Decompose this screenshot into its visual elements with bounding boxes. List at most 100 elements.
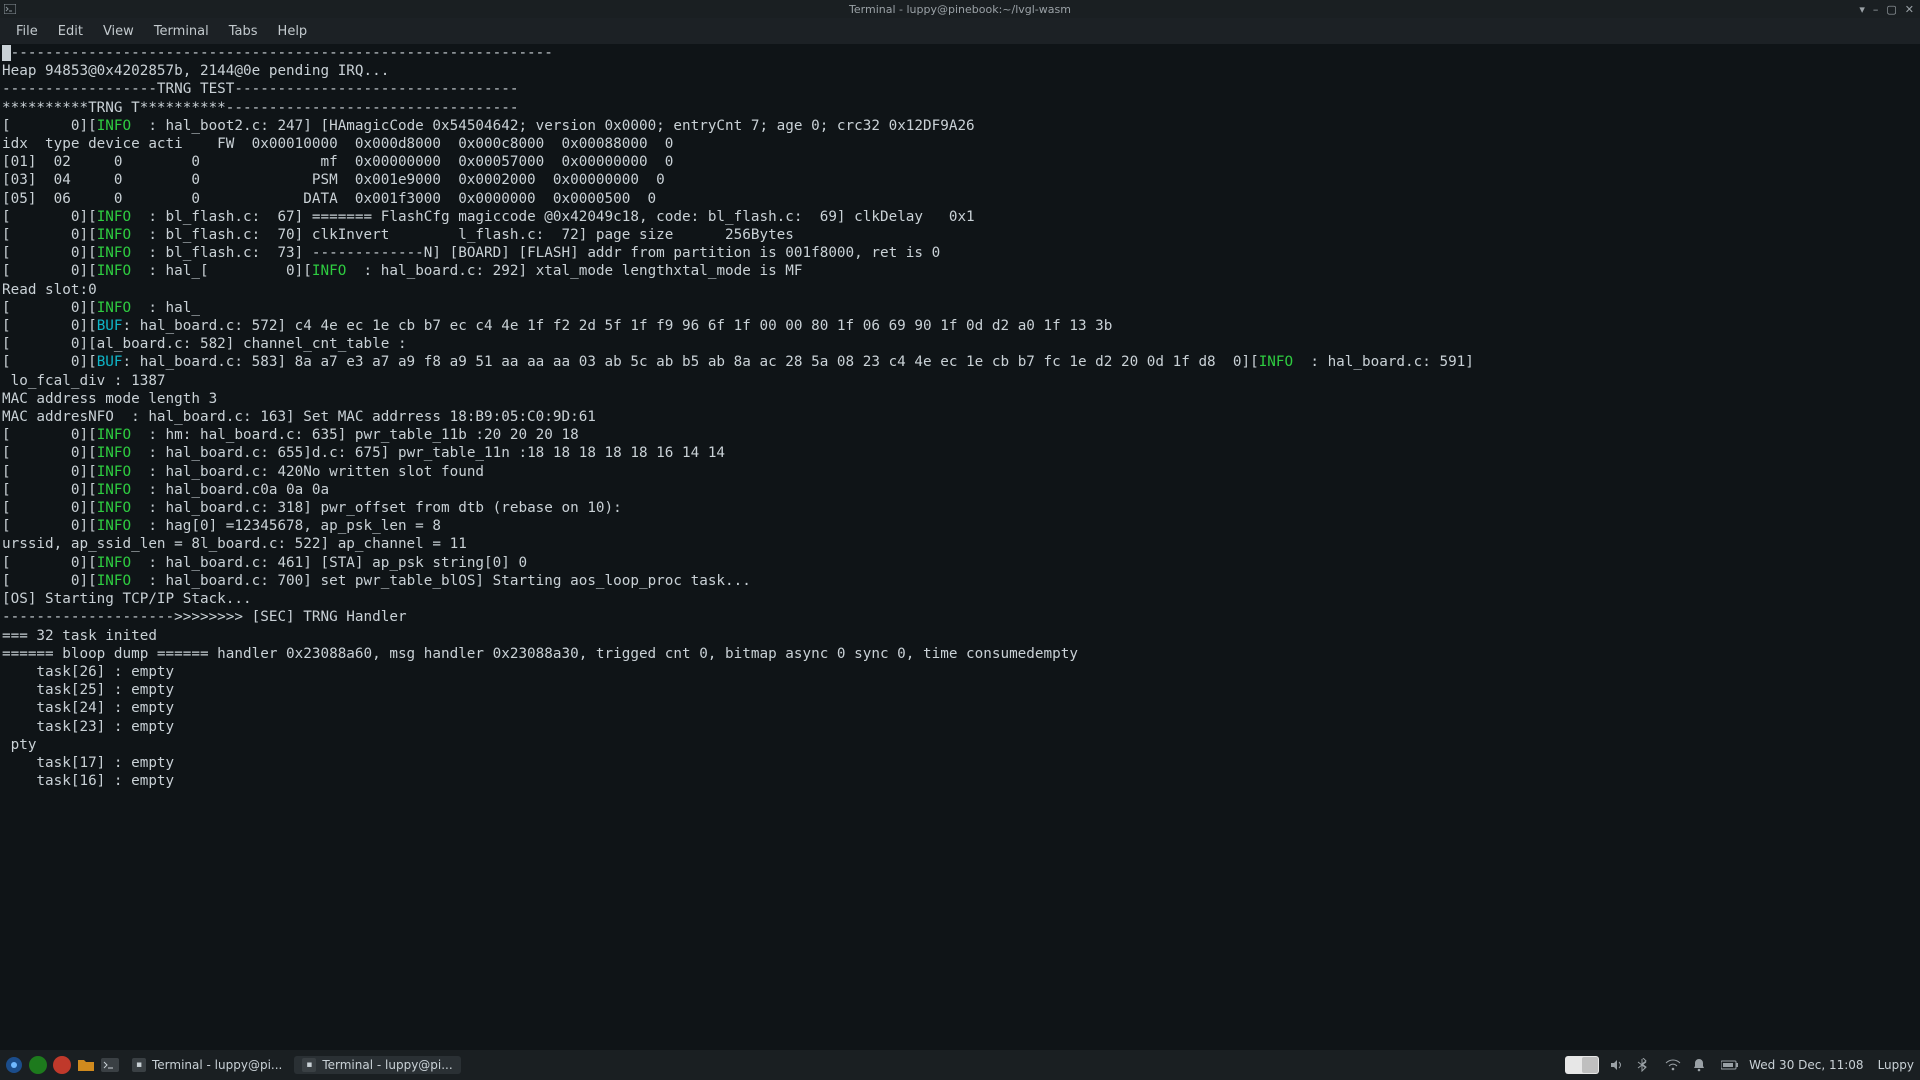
task-app-icon: ▪ [132, 1058, 146, 1072]
terminal-text: INFO [97, 118, 131, 134]
menu-help[interactable]: Help [268, 21, 318, 42]
terminal-text: : hal_board.c: 655]d.c: 675] pwr_table_1… [131, 445, 725, 461]
terminal-output[interactable]: ----------------------------------------… [0, 44, 1920, 790]
terminal-text: : hal_boot2.c: 247] [HAmagicCode 0x54504… [131, 118, 975, 134]
terminal-text: [ 0][ [2, 318, 97, 334]
terminal-text: INFO [97, 500, 131, 516]
terminal-text: pty [2, 737, 36, 753]
terminal-text: : hal_board.c: 700] set pwr_table_blOS] … [131, 573, 751, 589]
terminal-text: [ 0][ [2, 227, 97, 243]
terminal-text: INFO [97, 227, 131, 243]
terminal-text: [ 0][ [2, 482, 97, 498]
terminal-text: [OS] Starting TCP/IP Stack... [2, 591, 252, 607]
window-maximize-icon[interactable]: ▢ [1886, 3, 1896, 16]
terminal-text: : hal_board.c: 583] 8a a7 e3 a7 a9 f8 a9… [123, 354, 1259, 370]
task-label: Terminal - luppy@pi... [152, 1058, 282, 1072]
menu-view[interactable]: View [93, 21, 144, 42]
terminal-text: [ 0][ [2, 555, 97, 571]
terminal-text: [ 0][ [2, 263, 97, 279]
terminal-text: : bl_flash.c: 73] -------------N] [BOARD… [131, 245, 940, 261]
terminal-text: ====== bloop dump ====== handler 0x23088… [2, 646, 1078, 662]
task-label: Terminal - luppy@pi... [322, 1058, 452, 1072]
taskbar-task-1[interactable]: ▪ Terminal - luppy@pi... [294, 1056, 460, 1074]
terminal-text: INFO [1259, 354, 1293, 370]
volume-icon[interactable] [1609, 1058, 1627, 1072]
terminal-text: INFO [97, 464, 131, 480]
terminal-text: INFO [97, 555, 131, 571]
menu-file[interactable]: File [6, 21, 48, 42]
launcher-terminal-icon[interactable] [100, 1055, 120, 1075]
launcher-files-icon[interactable] [76, 1055, 96, 1075]
terminal-viewport[interactable]: ----------------------------------------… [0, 44, 1920, 1050]
window-menu-icon[interactable]: ▾ [1859, 3, 1865, 16]
terminal-text: : hal_board.c: 318] pwr_offset from dtb … [131, 500, 622, 516]
terminal-text: task[25] : empty [2, 682, 174, 698]
app-menu-icon[interactable] [4, 1055, 24, 1075]
terminal-text: [ 0][ [2, 209, 97, 225]
battery-icon[interactable] [1721, 1060, 1739, 1070]
window-title: Terminal - luppy@pinebook:~/lvgl-wasm [849, 3, 1071, 16]
terminal-text: task[23] : empty [2, 719, 174, 735]
keyboard-layout-toggle[interactable] [1565, 1056, 1599, 1074]
taskbar-task-0[interactable]: ▪ Terminal - luppy@pi... [124, 1056, 290, 1074]
terminal-text: INFO [97, 209, 131, 225]
launcher-icon-2[interactable] [52, 1055, 72, 1075]
terminal-text: === 32 task inited [2, 628, 157, 644]
terminal-text: [ 0][ [2, 500, 97, 516]
terminal-text: INFO [97, 482, 131, 498]
launcher-icon-1[interactable] [28, 1055, 48, 1075]
terminal-text: [ 0][ [2, 300, 97, 316]
menu-edit[interactable]: Edit [48, 21, 93, 42]
terminal-text: INFO [97, 573, 131, 589]
terminal-text: Heap 94853@0x4202857b, 2144@0e pending I… [2, 63, 389, 79]
terminal-text: INFO [97, 300, 131, 316]
window-titlebar: Terminal - luppy@pinebook:~/lvgl-wasm ▾ … [0, 0, 1920, 18]
terminal-text: INFO [97, 245, 131, 261]
terminal-text [2, 45, 11, 61]
terminal-text: [ 0][ [2, 464, 97, 480]
terminal-text: : hal_board.c: 591] [1293, 354, 1474, 370]
terminal-text: [03] 04 0 0 PSM 0x001e9000 0x0002000 0x0… [2, 172, 665, 188]
terminal-text: : hal_board.c: 572] c4 4e ec 1e cb b7 ec… [123, 318, 1113, 334]
terminal-text: [01] 02 0 0 mf 0x00000000 0x00057000 0x0… [2, 154, 673, 170]
wifi-icon[interactable] [1665, 1059, 1683, 1071]
terminal-text: task[16] : empty [2, 773, 174, 789]
terminal-text: BUF [97, 354, 123, 370]
terminal-text: urssid, ap_ssid_len = 8l_board.c: 522] a… [2, 536, 467, 552]
terminal-text: INFO [97, 263, 131, 279]
terminal-text: -------------------->>>>>>>> [SEC] TRNG … [2, 609, 407, 625]
terminal-text: [ 0][ [2, 573, 97, 589]
terminal-text: lo_fcal_div : 1387 [2, 373, 166, 389]
terminal-text: idx type device acti FW 0x00010000 0x000… [2, 136, 673, 152]
terminal-text: ------------------TRNG TEST-------------… [2, 81, 518, 97]
terminal-text: : hm: hal_board.c: 635] pwr_table_11b :2… [131, 427, 579, 443]
terminal-text: ----------------------------------------… [11, 45, 553, 61]
terminal-text: : bl_flash.c: 67] ======= FlashCfg magic… [131, 209, 975, 225]
terminal-text: **********TRNG T**********--------------… [2, 100, 518, 116]
window-close-icon[interactable]: ✕ [1905, 3, 1914, 16]
notifications-icon[interactable] [1693, 1058, 1711, 1072]
terminal-text: : hal_ [131, 300, 200, 316]
terminal-text: : hal_board.c: 461] [STA] ap_psk string[… [131, 555, 527, 571]
terminal-text: : hal_board.c: 292] xtal_mode lengthxtal… [346, 263, 802, 279]
terminal-app-icon [3, 2, 17, 16]
terminal-text: : hal_board.c: 420No written slot found [131, 464, 484, 480]
terminal-text: [05] 06 0 0 DATA 0x001f3000 0x0000000 0x… [2, 191, 656, 207]
terminal-text: INFO [97, 518, 131, 534]
menubar: File Edit View Terminal Tabs Help [0, 18, 1920, 44]
menu-tabs[interactable]: Tabs [219, 21, 268, 42]
task-app-icon: ▪ [302, 1058, 316, 1072]
window-minimize-icon[interactable]: – [1873, 3, 1879, 16]
terminal-text: [ 0][ [2, 445, 97, 461]
terminal-text: : hal_[ 0][ [131, 263, 312, 279]
terminal-text: INFO [97, 445, 131, 461]
terminal-text: task[17] : empty [2, 755, 174, 771]
taskbar: ▪ Terminal - luppy@pi... ▪ Terminal - lu… [0, 1050, 1920, 1080]
bluetooth-icon[interactable] [1637, 1058, 1655, 1072]
terminal-text: : hag[0] =12345678, ap_psk_len = 8 [131, 518, 441, 534]
clock[interactable]: Wed 30 Dec, 11:08 [1749, 1058, 1864, 1072]
terminal-text: : hal_board.c0a 0a 0a [131, 482, 329, 498]
terminal-text: Read slot:0 [2, 282, 97, 298]
user-name[interactable]: Luppy [1874, 1058, 1914, 1072]
menu-terminal[interactable]: Terminal [144, 21, 219, 42]
